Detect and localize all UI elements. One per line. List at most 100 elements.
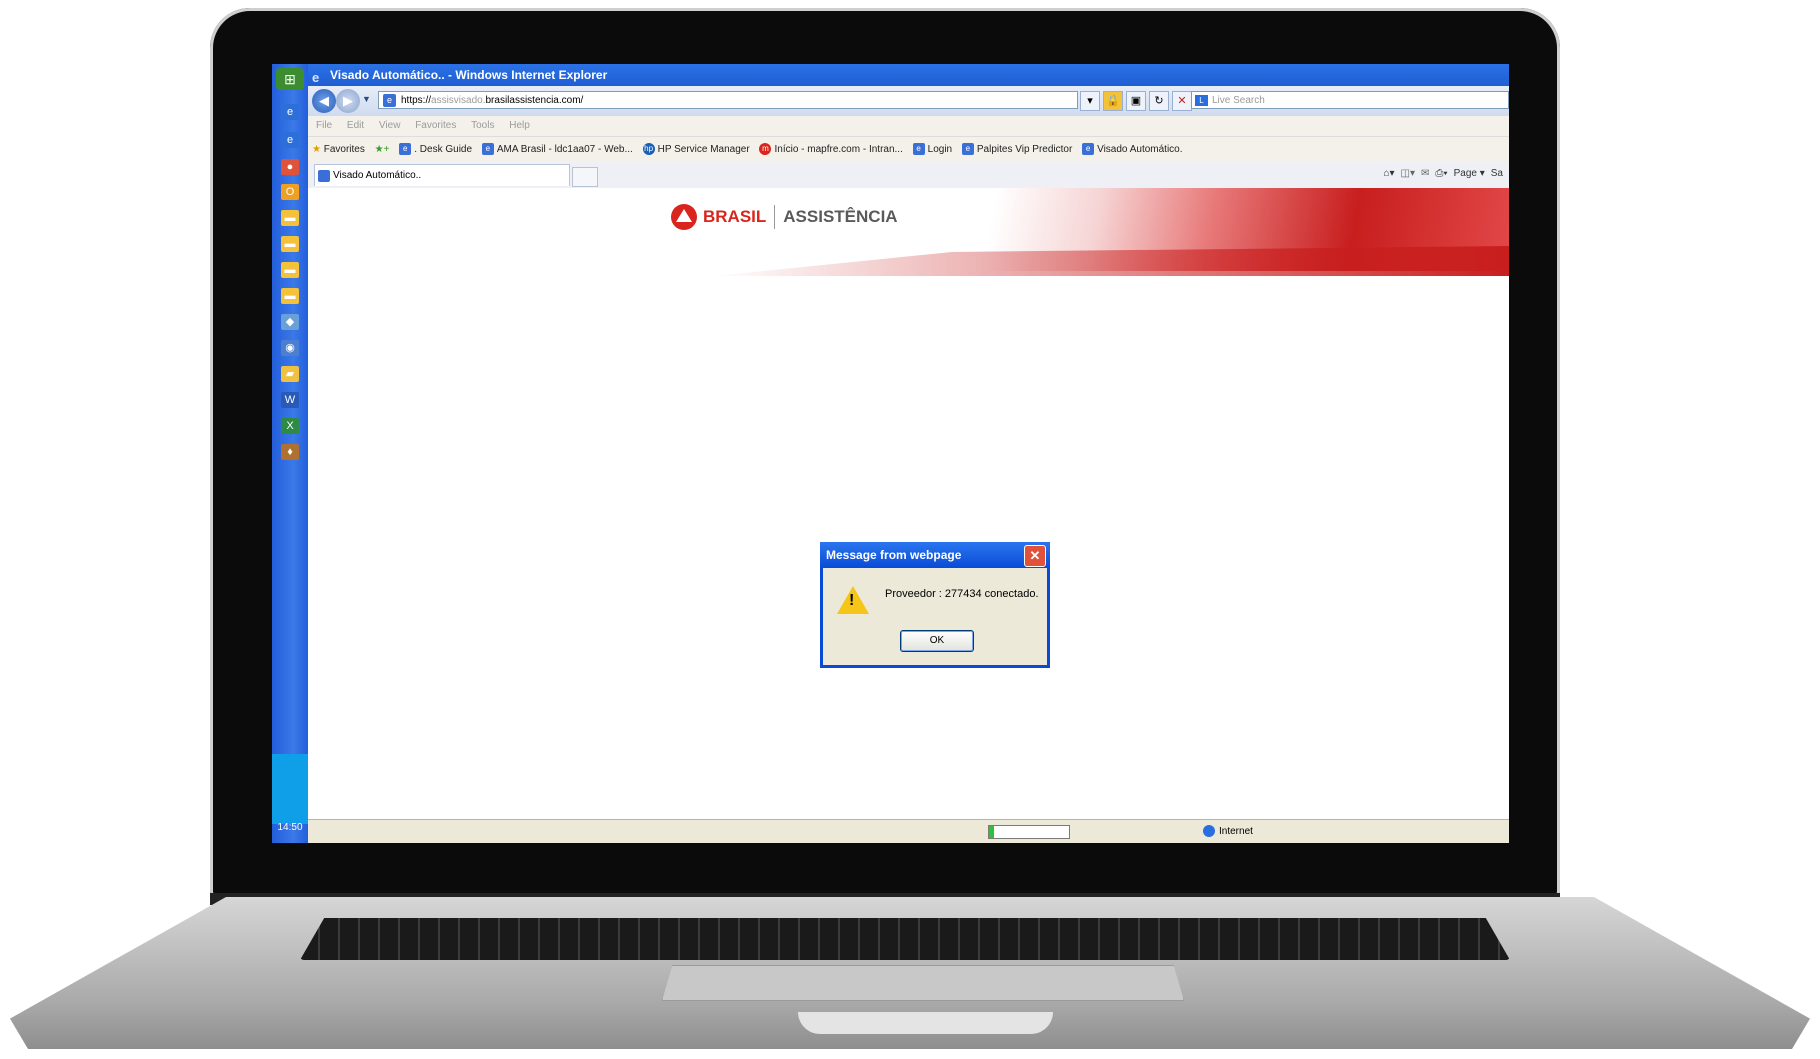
menu-edit[interactable]: Edit: [347, 120, 364, 131]
add-favorite-icon: ★+: [374, 144, 390, 155]
globe-icon: [1203, 825, 1215, 838]
favorite-link-label: Início - mapfre.com - Intran...: [774, 144, 903, 155]
url-scheme: https://: [401, 95, 432, 106]
address-tools: ▾ 🔒 ▣ ↻ ✕: [1080, 91, 1192, 111]
search-input[interactable]: L Live Search: [1191, 91, 1509, 109]
brand-left: BRASIL: [703, 207, 767, 226]
favorite-link[interactable]: e AMA Brasil - ldc1aa07 - Web...: [481, 137, 633, 163]
favorite-link-label: HP Service Manager: [657, 144, 750, 155]
menu-view[interactable]: View: [379, 120, 401, 131]
system-tray: [272, 754, 308, 824]
mail-icon[interactable]: ▬: [281, 288, 299, 304]
mail-icon[interactable]: ▬: [281, 210, 299, 226]
refresh-icon[interactable]: ↻: [1149, 91, 1169, 111]
favorite-link-label: . Desk Guide: [414, 144, 473, 155]
address-field[interactable]: e https://assisvisado.brasilassistencia.…: [378, 91, 1078, 109]
ie-icon[interactable]: e: [281, 104, 299, 120]
laptop-keyboard: [300, 918, 1510, 960]
favorite-link[interactable]: e Visado Automático.: [1082, 137, 1183, 163]
read-mail-icon[interactable]: ✉: [1421, 168, 1429, 179]
page-content: BRASIL ASSISTÊNCIA Message from webpage …: [308, 188, 1509, 819]
menu-bar: File Edit View Favorites Tools Help: [308, 116, 1509, 136]
menu-help[interactable]: Help: [509, 120, 530, 131]
laptop-notch: [798, 1012, 1053, 1034]
zone-label: Internet: [1219, 826, 1253, 837]
dialog-titlebar: Message from webpage ✕: [820, 542, 1050, 568]
favorite-link[interactable]: m Início - mapfre.com - Intran...: [759, 137, 903, 163]
dialog-message: Proveedor : 277434 conectado.: [885, 588, 1039, 600]
security-zone[interactable]: Internet: [1203, 820, 1253, 843]
menu-file[interactable]: File: [316, 120, 332, 131]
ie-page-icon: e: [481, 143, 494, 156]
favorites-label: Favorites: [323, 144, 365, 155]
outlook-icon[interactable]: O: [281, 184, 299, 200]
menu-tools[interactable]: Tools: [471, 120, 494, 131]
add-favorite-button[interactable]: ★+: [375, 137, 390, 163]
clock: 14:50: [277, 822, 303, 833]
print-icon[interactable]: ⎙▾: [1435, 168, 1447, 179]
screen: ⊞ e e ● O ▬ ▬ ▬ ▬ ◆ ◉ ▰ W X ♦ 14:50 e Vi…: [272, 64, 1509, 843]
lock-icon[interactable]: 🔒: [1103, 91, 1123, 111]
url-domain: brasilassistencia.com/: [485, 95, 584, 106]
app-icon[interactable]: ♦: [281, 444, 299, 460]
history-dropdown-icon[interactable]: ▼: [362, 94, 371, 104]
ie-page-icon: [318, 170, 330, 182]
tab-visado[interactable]: Visado Automático..: [314, 164, 570, 186]
brand-logo-icon: [671, 204, 697, 230]
mail-icon[interactable]: ▬: [281, 262, 299, 278]
tab-row: Visado Automático.. ⌂▾ ◫▾ ✉ ⎙▾ Page ▾ Sa: [308, 162, 1509, 189]
favorite-link[interactable]: hp HP Service Manager: [642, 137, 750, 163]
home-icon[interactable]: ⌂▾: [1383, 168, 1394, 179]
stop-icon[interactable]: ✕: [1172, 91, 1192, 111]
new-tab-button[interactable]: [572, 167, 598, 187]
live-search-icon: L: [1195, 95, 1208, 106]
word-icon[interactable]: W: [281, 392, 299, 408]
media-icon[interactable]: ◉: [281, 340, 299, 356]
status-bar: Internet: [308, 819, 1509, 843]
network-icon[interactable]: ◆: [281, 314, 299, 330]
favorite-link-label: Palpites Vip Predictor: [976, 144, 1073, 155]
address-dropdown-icon[interactable]: ▾: [1080, 91, 1100, 111]
hp-icon: hp: [642, 143, 655, 156]
favorite-link[interactable]: e Login: [912, 137, 953, 163]
progress-bar: [988, 825, 1070, 839]
page-menu[interactable]: Page ▾: [1454, 168, 1485, 179]
ie-page-icon: e: [1082, 143, 1095, 156]
laptop-trackpad: [662, 965, 1184, 1001]
ie-page-icon: e: [399, 143, 412, 156]
banner-wave: [713, 246, 1509, 276]
mail-icon[interactable]: ▬: [281, 236, 299, 252]
favorite-link[interactable]: e Palpites Vip Predictor: [961, 137, 1073, 163]
brasil-assistencia-logo: BRASIL ASSISTÊNCIA: [671, 204, 898, 230]
compatibility-icon[interactable]: ▣: [1126, 91, 1146, 111]
message-dialog: Message from webpage ✕ ! Proveedor : 277…: [820, 542, 1050, 668]
feeds-icon[interactable]: ◫▾: [1401, 168, 1415, 179]
ie-icon[interactable]: e: [281, 132, 299, 148]
favorite-link[interactable]: e. Desk Guide: [399, 137, 472, 163]
search-placeholder: Live Search: [1212, 95, 1265, 106]
excel-icon[interactable]: X: [281, 418, 299, 434]
chrome-icon[interactable]: ●: [281, 159, 299, 175]
star-icon: ★: [312, 144, 321, 155]
ie-page-icon: e: [961, 143, 974, 156]
windows-taskbar: ⊞ e e ● O ▬ ▬ ▬ ▬ ◆ ◉ ▰ W X ♦ 14:50: [272, 64, 308, 843]
ok-button[interactable]: OK: [900, 630, 974, 652]
warning-exclamation-icon: !: [849, 592, 855, 609]
brand-right: ASSISTÊNCIA: [783, 207, 898, 226]
menu-favorites[interactable]: Favorites: [415, 120, 456, 131]
tab-label: Visado Automático..: [333, 170, 422, 181]
progress-fill: [989, 826, 994, 838]
page-icon: e: [383, 94, 396, 107]
start-button[interactable]: ⊞: [276, 68, 304, 90]
page-menu-label: Page: [1453, 168, 1477, 179]
safety-menu[interactable]: Sa: [1491, 168, 1503, 179]
mapfre-icon: m: [759, 143, 772, 156]
folder-icon[interactable]: ▰: [281, 366, 299, 382]
window-titlebar: e Visado Automático.. - Windows Internet…: [308, 64, 1509, 86]
dialog-close-button[interactable]: ✕: [1024, 545, 1046, 567]
favorite-link-label: Login: [927, 144, 953, 155]
back-button[interactable]: ◀: [312, 89, 336, 113]
ie-page-icon: e: [912, 143, 925, 156]
favorites-button[interactable]: ★ Favorites: [312, 137, 365, 163]
forward-button[interactable]: ▶: [336, 89, 360, 113]
